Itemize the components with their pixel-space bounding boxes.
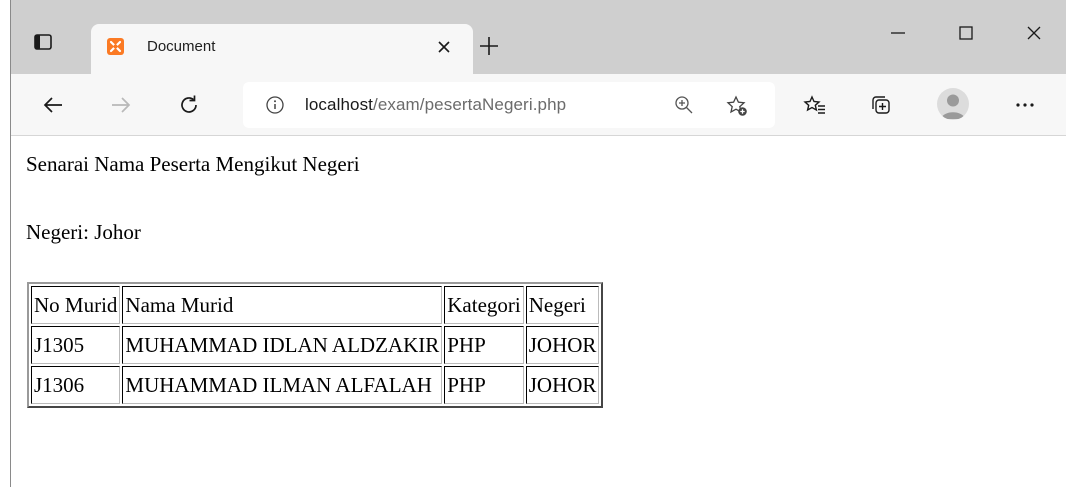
tab-strip: Document	[11, 0, 1066, 74]
tab-actions-icon[interactable]	[33, 32, 53, 52]
page-content: Senarai Nama Peserta Mengikut Negeri Neg…	[11, 137, 1066, 487]
tab-document[interactable]: Document	[91, 24, 473, 74]
url-text[interactable]: localhost/exam/pesertaNegeri.php	[305, 95, 566, 115]
url-path: /exam/pesertaNegeri.php	[373, 95, 567, 114]
table-cell: JOHOR	[525, 366, 600, 404]
add-favorite-icon[interactable]	[725, 94, 749, 118]
site-info-icon[interactable]	[265, 95, 285, 115]
state-label: Negeri: Johor	[26, 220, 141, 244]
tab-title: Document	[147, 38, 216, 55]
refresh-icon[interactable]	[175, 91, 203, 119]
favorites-icon[interactable]	[801, 91, 829, 119]
profile-avatar-icon[interactable]	[937, 88, 969, 120]
table-cell: PHP	[444, 326, 524, 364]
url-host: localhost	[305, 95, 373, 114]
participants-table: No Murid Nama Murid Kategori Negeri J130…	[27, 282, 604, 408]
table-header-cell: Negeri	[525, 286, 600, 324]
table-row: J1306 MUHAMMAD ILMAN ALFALAH PHP JOHOR	[31, 366, 600, 404]
xampp-favicon-icon	[107, 38, 124, 55]
back-icon[interactable]	[39, 91, 67, 119]
table-cell: PHP	[444, 366, 524, 404]
minimize-icon[interactable]	[883, 18, 913, 48]
table-header-cell: Nama Murid	[122, 286, 443, 324]
close-tab-icon[interactable]	[433, 36, 455, 58]
browser-window: Document localhost/exam/pesertaNegeri.ph…	[10, 0, 1066, 487]
table-row: J1305 MUHAMMAD IDLAN ALDZAKIR PHP JOHOR	[31, 326, 600, 364]
table-cell: JOHOR	[525, 326, 600, 364]
more-menu-icon[interactable]	[1011, 91, 1039, 119]
browser-toolbar: localhost/exam/pesertaNegeri.php	[11, 74, 1066, 136]
maximize-icon[interactable]	[951, 18, 981, 48]
new-tab-icon[interactable]	[477, 34, 501, 58]
collections-icon[interactable]	[867, 91, 895, 119]
table-header-row: No Murid Nama Murid Kategori Negeri	[31, 286, 600, 324]
forward-icon	[107, 91, 135, 119]
page-title: Senarai Nama Peserta Mengikut Negeri	[26, 152, 360, 176]
address-bar[interactable]: localhost/exam/pesertaNegeri.php	[243, 82, 775, 128]
table-header-cell: No Murid	[31, 286, 121, 324]
close-window-icon[interactable]	[1019, 18, 1049, 48]
zoom-icon[interactable]	[673, 94, 695, 116]
table-cell: J1306	[31, 366, 121, 404]
table-cell: MUHAMMAD IDLAN ALDZAKIR	[122, 326, 443, 364]
table-header-cell: Kategori	[444, 286, 524, 324]
table-cell: MUHAMMAD ILMAN ALFALAH	[122, 366, 443, 404]
table-cell: J1305	[31, 326, 121, 364]
